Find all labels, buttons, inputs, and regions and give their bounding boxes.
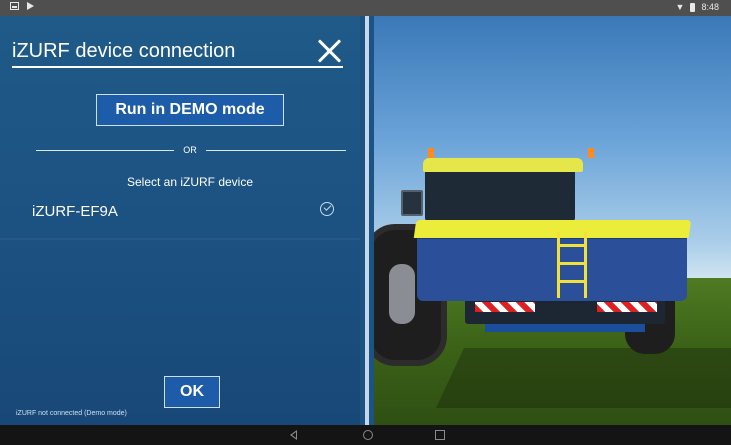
warning-plate-left (475, 302, 535, 312)
separator-line-right (206, 150, 346, 151)
tractor-roof (423, 158, 583, 172)
status-bar: ▼ 8:48 (0, 0, 731, 16)
beacon-light-right (588, 148, 594, 158)
tractor-spreader-image (355, 144, 695, 374)
status-bar-left (10, 2, 34, 10)
spreader-hopper (417, 236, 687, 301)
side-mirror (401, 190, 423, 216)
device-list-item[interactable]: iZURF-EF9A (14, 196, 354, 226)
or-text: OR (183, 145, 197, 155)
beacon-light-left (428, 148, 434, 158)
status-time: 8:48 (701, 2, 719, 12)
connection-status: iZURF not connected (Demo mode) (16, 410, 127, 417)
status-bar-right: ▼ 8:48 (676, 2, 719, 12)
select-device-label: Select an iZURF device (126, 175, 254, 189)
close-icon[interactable] (316, 38, 342, 64)
run-demo-button[interactable]: Run in DEMO mode (96, 94, 284, 126)
warning-plate-right (597, 302, 657, 312)
image-icon (10, 2, 19, 10)
panel-divider (360, 16, 374, 425)
play-store-icon (27, 2, 34, 10)
navigation-bar (0, 425, 731, 445)
wifi-icon: ▼ (675, 1, 685, 12)
check-circle-icon (320, 202, 334, 216)
ok-button[interactable]: OK (164, 376, 220, 408)
device-name: iZURF-EF9A (32, 203, 118, 220)
hopper-ladder (557, 232, 587, 298)
battery-icon (690, 2, 696, 12)
or-separator: OR (36, 143, 346, 157)
home-icon[interactable] (363, 430, 373, 440)
dialog-title: iZURF device connection (12, 36, 343, 68)
back-icon[interactable] (290, 430, 297, 440)
wheel-rim (389, 264, 415, 324)
spreader-lid (413, 220, 692, 238)
app-area: iZURF device connection Run in DEMO mode… (0, 16, 731, 425)
spreader-arm (485, 324, 645, 332)
separator-line-left (36, 150, 174, 151)
recents-icon[interactable] (435, 430, 445, 440)
